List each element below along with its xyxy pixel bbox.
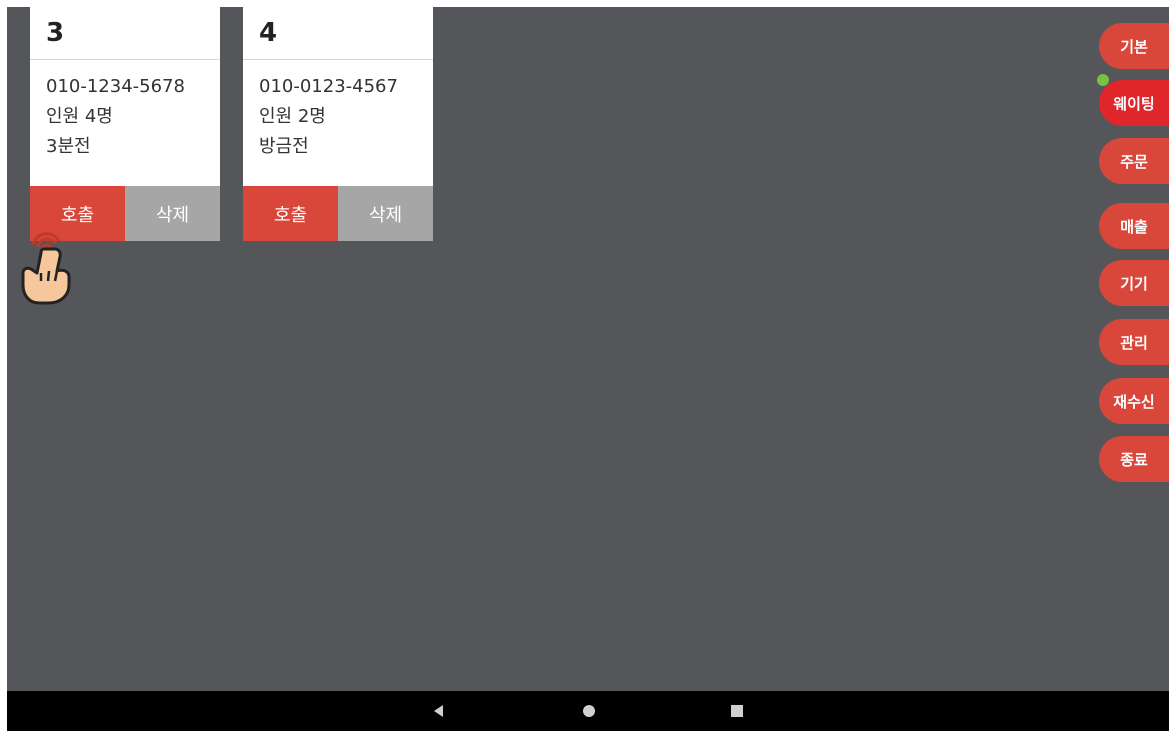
home-circle-icon bbox=[583, 705, 595, 717]
back-button[interactable] bbox=[419, 691, 459, 731]
phone-number: 010-0123-4567 bbox=[259, 76, 398, 97]
side-menu-resync[interactable]: 재수신 bbox=[1099, 378, 1169, 424]
home-button[interactable] bbox=[569, 691, 609, 731]
waiting-info: 010-0123-4567 인원 2명 방금전 bbox=[243, 60, 433, 162]
waiting-number: 4 bbox=[243, 7, 433, 60]
card-actions: 호출 삭제 bbox=[243, 186, 433, 241]
delete-button[interactable]: 삭제 bbox=[125, 186, 220, 241]
waiting-number: 3 bbox=[30, 7, 220, 60]
side-menu-basic[interactable]: 기본 bbox=[1099, 23, 1169, 69]
phone-number: 010-1234-5678 bbox=[46, 76, 185, 97]
side-menu-exit[interactable]: 종료 bbox=[1099, 436, 1169, 482]
recents-square-icon bbox=[731, 705, 743, 717]
party-size: 인원 2명 bbox=[259, 106, 326, 127]
waiting-card: 4 010-0123-4567 인원 2명 방금전 호출 삭제 bbox=[243, 7, 433, 241]
app-screen: 3 010-1234-5678 인원 4명 3분전 호출 삭제 4 010-01… bbox=[7, 7, 1169, 691]
side-menu-manage[interactable]: 관리 bbox=[1099, 319, 1169, 365]
call-button[interactable]: 호출 bbox=[243, 186, 338, 241]
delete-button[interactable]: 삭제 bbox=[338, 186, 433, 241]
side-menu-devices[interactable]: 기기 bbox=[1099, 260, 1169, 306]
tap-hand-icon bbox=[21, 232, 71, 305]
recents-button[interactable] bbox=[717, 691, 757, 731]
back-triangle-icon bbox=[434, 705, 443, 717]
side-menu-sales[interactable]: 매출 bbox=[1099, 203, 1169, 249]
party-size: 인원 4명 bbox=[46, 106, 113, 127]
side-menu-waiting[interactable]: 웨이팅 bbox=[1099, 80, 1169, 126]
system-nav-bar bbox=[7, 691, 1169, 731]
waiting-info: 010-1234-5678 인원 4명 3분전 bbox=[30, 60, 220, 162]
side-menu-orders[interactable]: 주문 bbox=[1099, 138, 1169, 184]
elapsed-time: 3분전 bbox=[46, 136, 91, 157]
waiting-card: 3 010-1234-5678 인원 4명 3분전 호출 삭제 bbox=[30, 7, 220, 241]
elapsed-time: 방금전 bbox=[259, 136, 309, 157]
